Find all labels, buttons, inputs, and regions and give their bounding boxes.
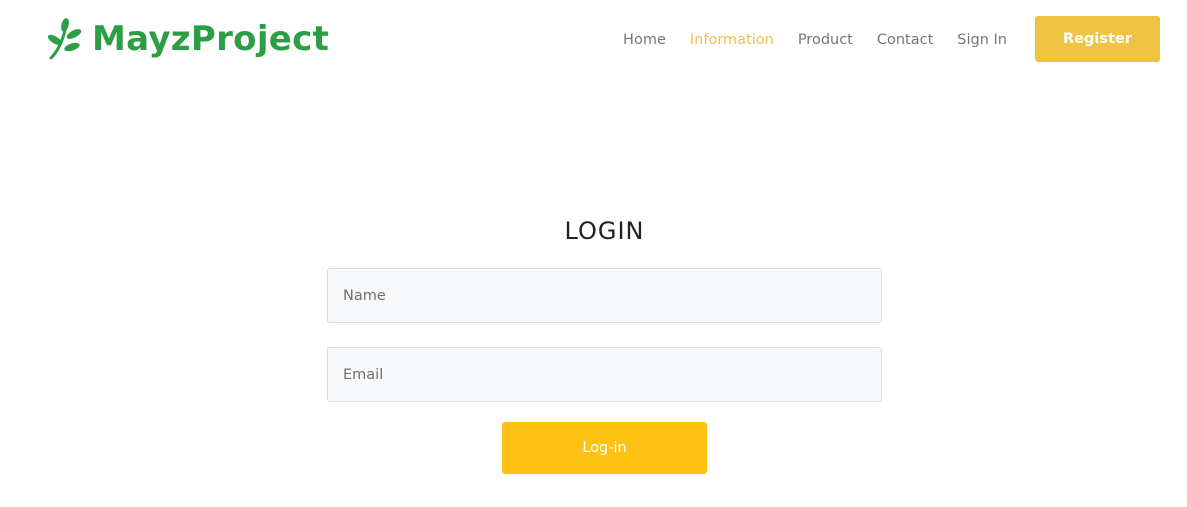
site-header: MayzProject Home Information Product Con…: [0, 0, 1187, 80]
nav-sign-in[interactable]: Sign In: [957, 30, 1007, 50]
register-button[interactable]: Register: [1035, 16, 1160, 62]
login-button[interactable]: Log-in: [502, 422, 707, 474]
brand-name: MayzProject: [92, 19, 330, 59]
nav-product[interactable]: Product: [798, 30, 853, 50]
email-field[interactable]: [327, 347, 882, 402]
login-title: LOGIN: [564, 217, 645, 245]
nav-information[interactable]: Information: [690, 30, 774, 50]
leaf-branch-icon: [48, 18, 82, 60]
name-field[interactable]: [327, 268, 882, 323]
main-nav: Home Information Product Contact Sign In: [623, 30, 1007, 50]
nav-contact[interactable]: Contact: [877, 30, 933, 50]
nav-home[interactable]: Home: [623, 30, 666, 50]
brand-logo[interactable]: MayzProject: [48, 16, 329, 62]
